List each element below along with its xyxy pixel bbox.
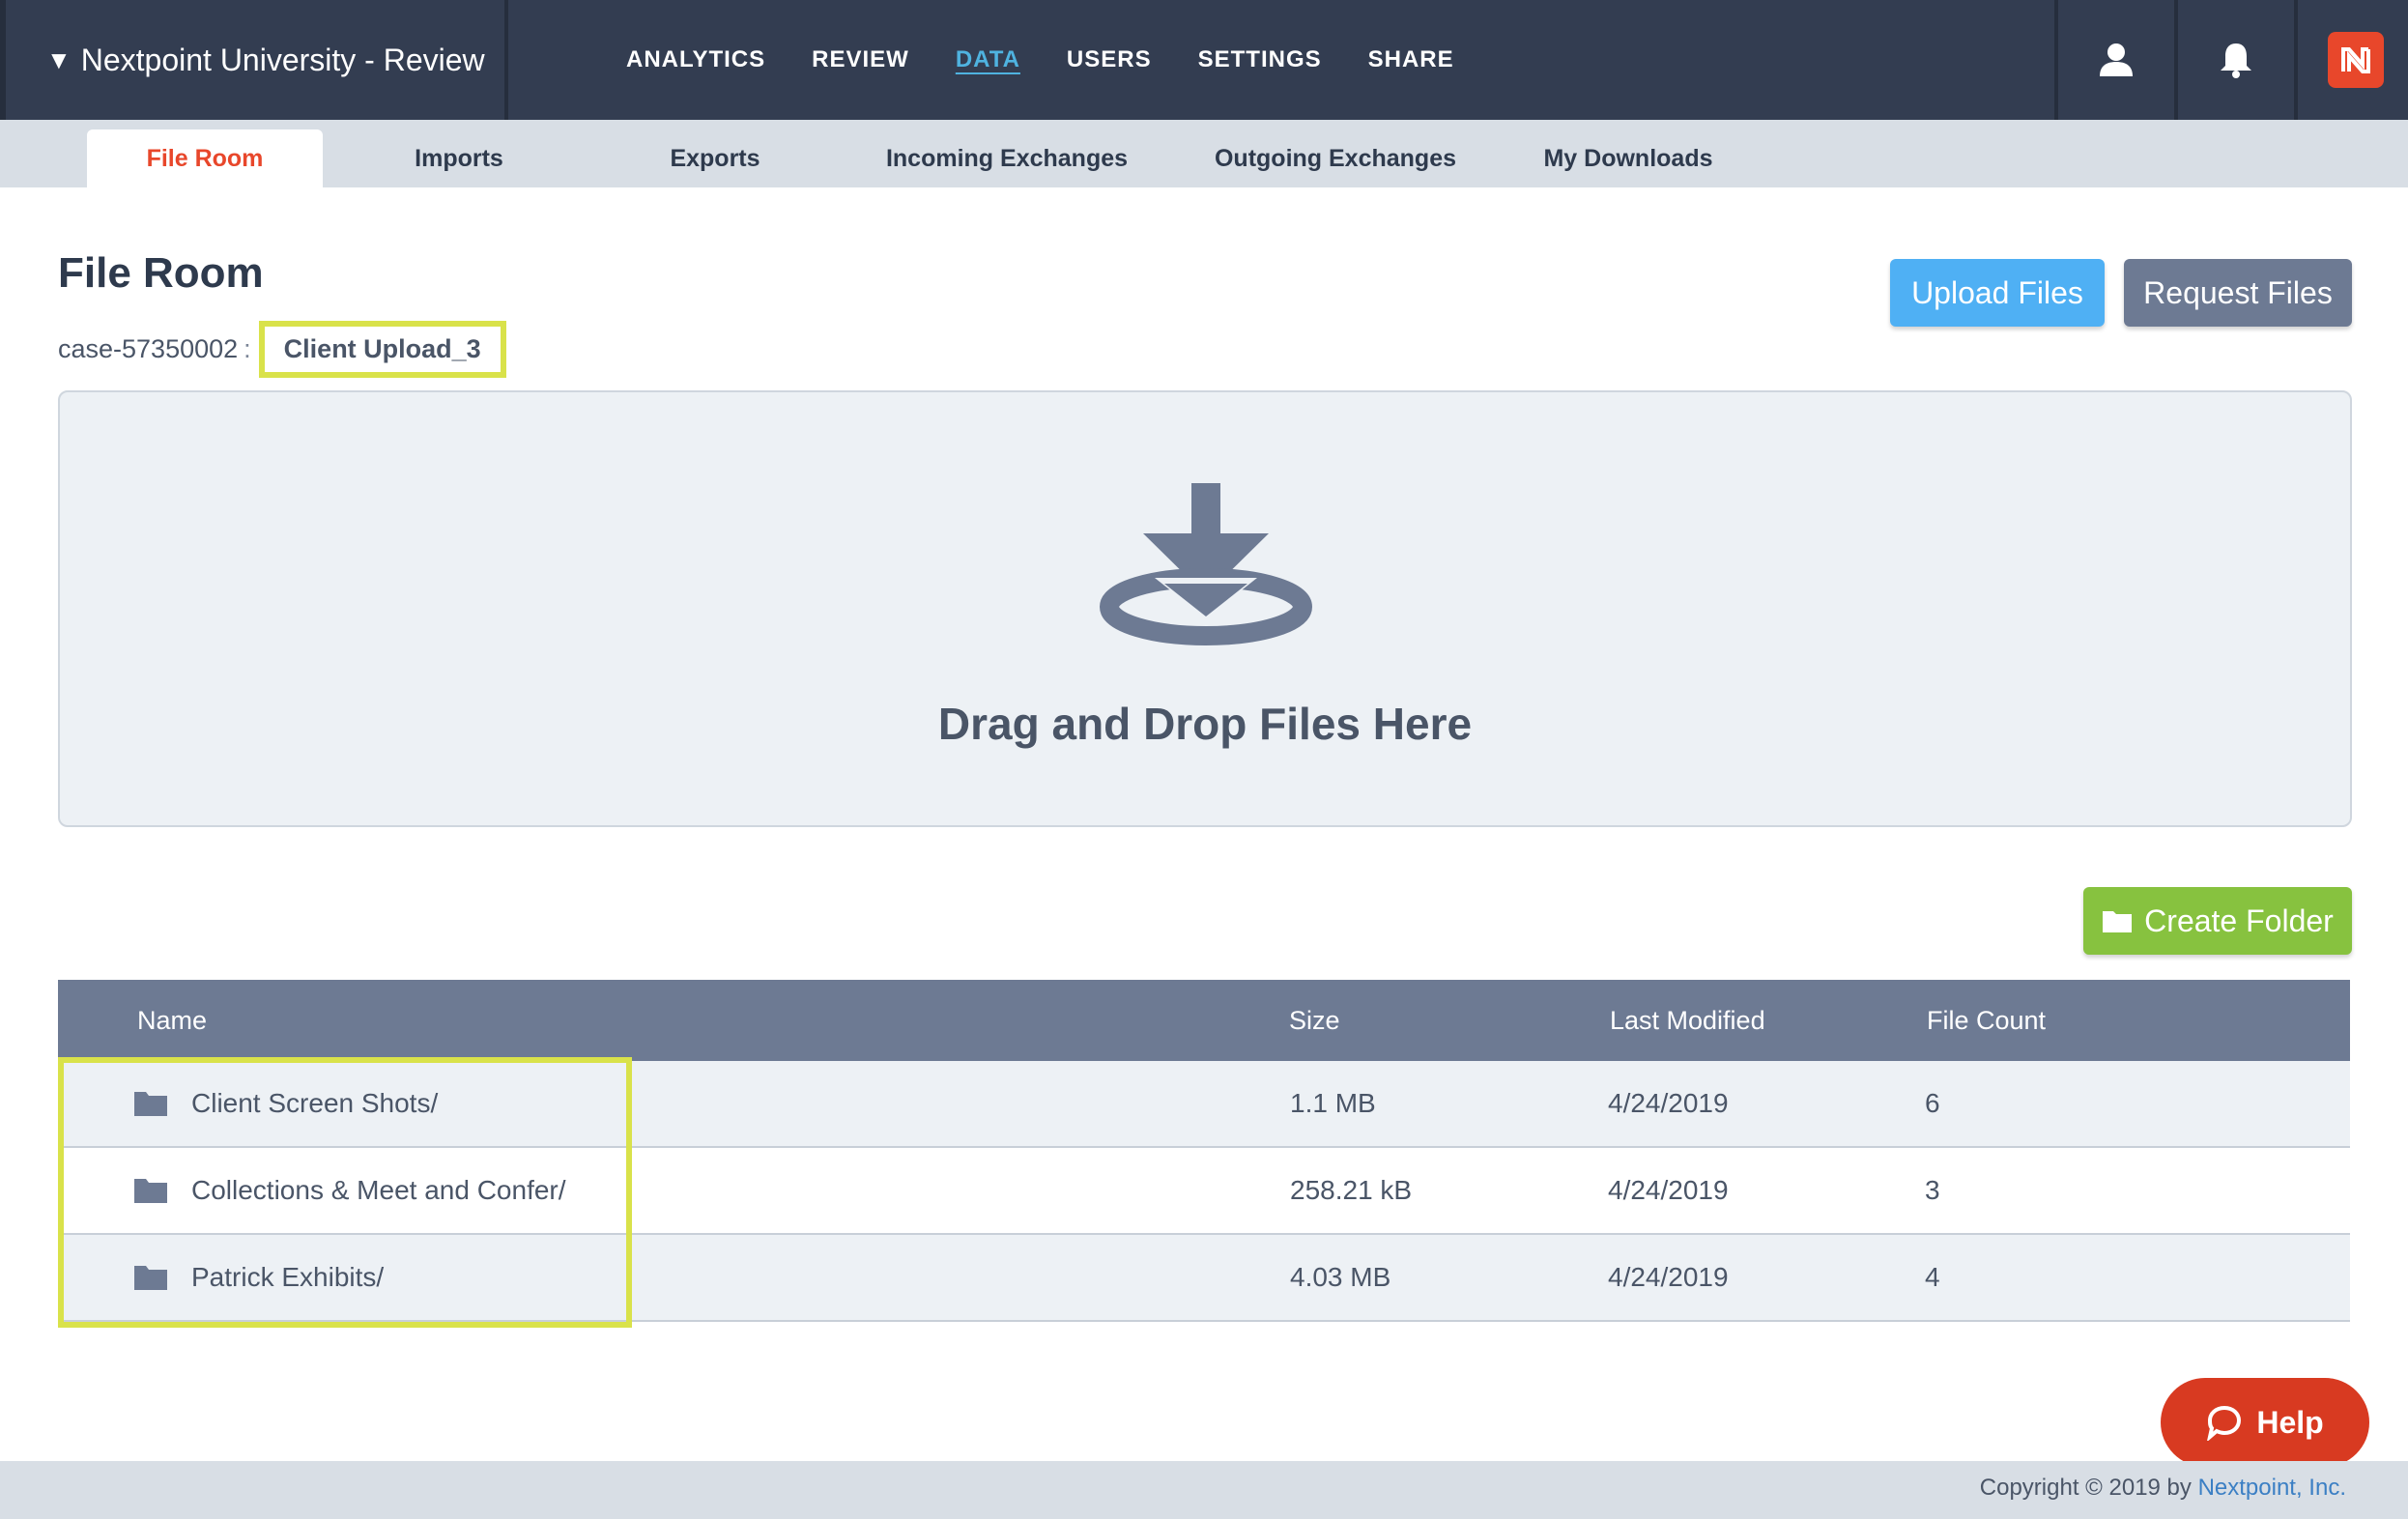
column-last-modified[interactable]: Last Modified — [1610, 980, 1765, 1061]
caret-down-icon: ▼ — [46, 44, 72, 74]
folder-icon — [134, 1092, 167, 1116]
data-subtabs: File Room Imports Exports Incoming Excha… — [0, 120, 2408, 187]
bell-icon — [2221, 43, 2251, 78]
column-file-count[interactable]: File Count — [1927, 980, 2046, 1061]
table-row[interactable]: Collections & Meet and Confer/ 258.21 kB… — [58, 1148, 2350, 1235]
nextpoint-logo-button[interactable] — [2294, 0, 2408, 120]
folder-file-count: 4 — [1925, 1262, 1940, 1292]
folder-icon — [2103, 911, 2133, 932]
folder-modified: 4/24/2019 — [1608, 1262, 1729, 1292]
page-title: File Room — [58, 249, 264, 297]
tab-my-downloads[interactable]: My Downloads — [1527, 129, 1730, 187]
user-menu-button[interactable] — [2054, 0, 2174, 120]
nav-share[interactable]: SHARE — [1368, 46, 1454, 73]
folder-name[interactable]: Collections & Meet and Confer/ — [191, 1175, 566, 1206]
breadcrumb-current: Client Upload_3 — [258, 320, 506, 378]
nav-users[interactable]: USERS — [1067, 46, 1152, 73]
user-icon — [2100, 43, 2133, 76]
folder-icon — [134, 1266, 167, 1290]
folder-file-count: 6 — [1925, 1088, 1940, 1118]
upload-files-button[interactable]: Upload Files — [1890, 259, 2105, 327]
request-files-button[interactable]: Request Files — [2124, 259, 2352, 327]
breadcrumb: case-57350002 : Client Upload_3 — [58, 315, 506, 383]
table-header: Name Size Last Modified File Count — [58, 980, 2350, 1061]
tab-outgoing-exchanges[interactable]: Outgoing Exchanges — [1194, 129, 1476, 187]
copyright-text: Copyright © 2019 by — [1979, 1475, 2192, 1501]
breadcrumb-root[interactable]: case-57350002 — [58, 334, 238, 364]
column-size[interactable]: Size — [1289, 980, 1340, 1061]
case-title: Nextpoint University - Review — [80, 42, 485, 77]
case-selector[interactable]: ▼ Nextpoint University - Review — [12, 0, 508, 120]
breadcrumb-separator: : — [244, 333, 251, 363]
table-row[interactable]: Patrick Exhibits/ 4.03 MB 4/24/2019 4 — [58, 1235, 2350, 1322]
create-folder-label: Create Folder — [2144, 903, 2334, 938]
chat-bubble-icon — [2207, 1405, 2242, 1441]
table-body: Client Screen Shots/ 1.1 MB 4/24/2019 6 … — [58, 1061, 2350, 1322]
folder-modified: 4/24/2019 — [1608, 1175, 1729, 1205]
help-button[interactable]: Help — [2161, 1378, 2369, 1467]
nav-review[interactable]: REVIEW — [812, 46, 909, 73]
nav-data[interactable]: DATA — [956, 46, 1020, 73]
dropzone-text: Drag and Drop Files Here — [937, 699, 1473, 749]
notifications-button[interactable] — [2174, 0, 2294, 120]
folder-size: 1.1 MB — [1290, 1088, 1376, 1118]
create-folder-button[interactable]: Create Folder — [2083, 887, 2352, 955]
tab-file-room[interactable]: File Room — [87, 129, 323, 187]
tab-exports[interactable]: Exports — [628, 129, 802, 187]
folder-size: 258.21 kB — [1290, 1175, 1413, 1205]
folder-modified: 4/24/2019 — [1608, 1088, 1729, 1118]
nav-settings[interactable]: SETTINGS — [1198, 46, 1322, 73]
folder-name[interactable]: Client Screen Shots/ — [191, 1088, 438, 1119]
column-name[interactable]: Name — [137, 980, 207, 1061]
folder-file-count: 3 — [1925, 1175, 1940, 1205]
folder-name[interactable]: Patrick Exhibits/ — [191, 1262, 384, 1293]
download-tray-icon — [1100, 483, 1312, 645]
tab-incoming-exchanges[interactable]: Incoming Exchanges — [870, 129, 1144, 187]
company-link[interactable]: Nextpoint, Inc. — [2198, 1475, 2346, 1501]
help-label: Help — [2256, 1404, 2324, 1440]
top-navbar: ▼ Nextpoint University - Review ANALYTIC… — [0, 0, 2408, 120]
nav-analytics[interactable]: ANALYTICS — [626, 46, 765, 73]
folder-size: 4.03 MB — [1290, 1262, 1391, 1292]
nextpoint-logo-icon — [2328, 32, 2384, 88]
folder-icon — [134, 1179, 167, 1203]
file-dropzone[interactable]: Drag and Drop Files Here — [58, 390, 2352, 827]
tab-imports[interactable]: Imports — [367, 129, 551, 187]
main-nav: ANALYTICS REVIEW DATA USERS SETTINGS SHA… — [626, 0, 1454, 120]
footer: Copyright © 2019 by Nextpoint, Inc. — [0, 1461, 2408, 1519]
file-table: Name Size Last Modified File Count Clien… — [58, 980, 2350, 1322]
table-row[interactable]: Client Screen Shots/ 1.1 MB 4/24/2019 6 — [58, 1061, 2350, 1148]
